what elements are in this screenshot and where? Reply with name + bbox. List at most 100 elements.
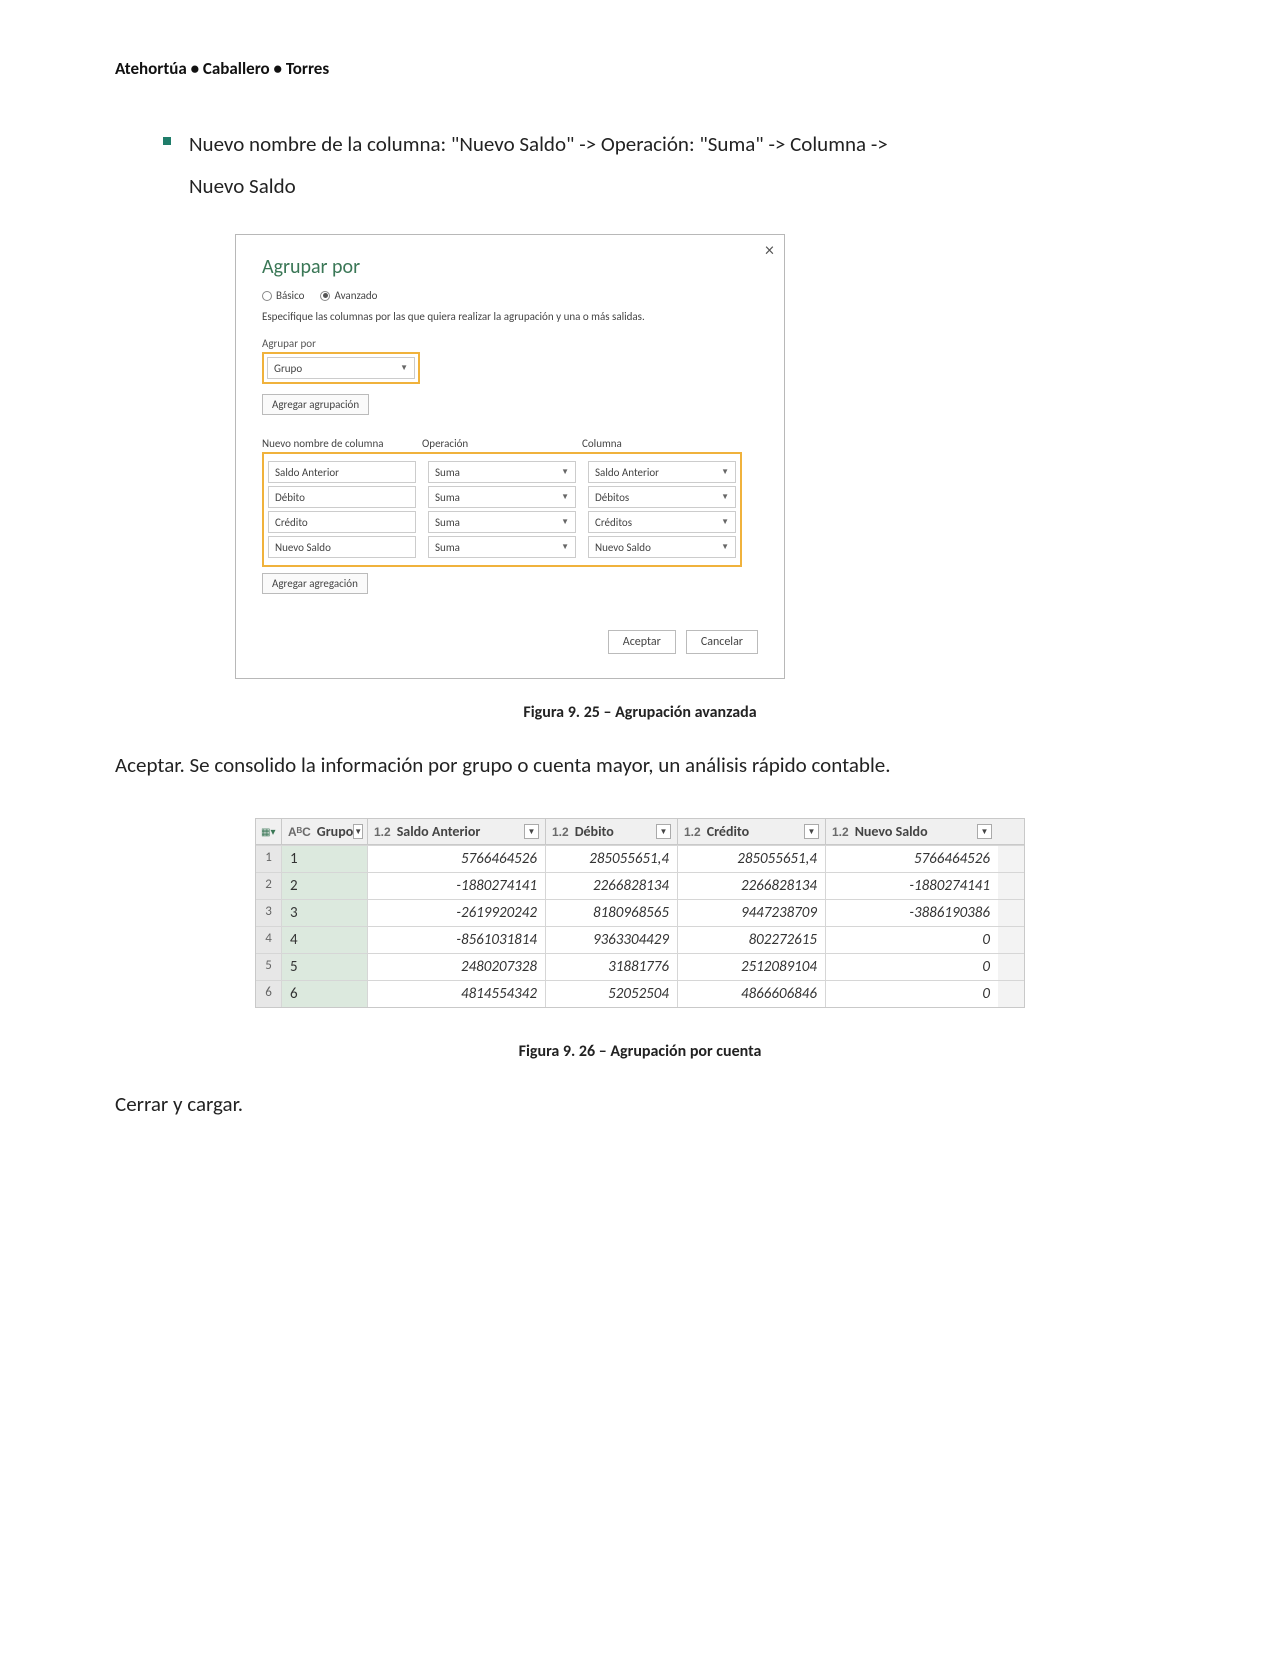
filter-dropdown-icon[interactable]: ▼ [804,824,819,839]
column-label: Nuevo Saldo [855,823,928,840]
cell-nuevo: 5766464526 [826,846,998,872]
type-number-icon: 1.2 [832,825,849,839]
column-label: Crédito [707,823,749,840]
figure-caption-1: Figura 9. 25 – Agrupación avanzada [115,703,1165,722]
group-by-select[interactable]: Grupo ▼ [267,357,415,379]
row-number: 1 [256,846,282,872]
cell-debito: 2266828134 [546,873,678,899]
bullet-continuation: Nuevo Saldo [189,169,1165,205]
row-number: 5 [256,954,282,980]
result-table: ▦▾ AᴮCGrupo ▼ 1.2Saldo Anterior ▼ 1.2Déb… [255,818,1025,1008]
operation-select[interactable]: Suma▼ [428,486,576,508]
chevron-down-icon: ▼ [721,517,729,527]
aggregation-row: Saldo Anterior Suma▼ Saldo Anterior▼ [268,461,736,483]
row-number: 4 [256,927,282,953]
cell-nuevo: -1880274141 [826,873,998,899]
cancel-button[interactable]: Cancelar [686,630,758,654]
table-row[interactable]: 33-261992024281809685659447238709-388619… [256,899,1024,926]
accept-button[interactable]: Aceptar [608,630,676,654]
add-aggregation-button[interactable]: Agregar agregación [262,573,368,594]
operation-select[interactable]: Suma▼ [428,461,576,483]
column-label: Débito [575,823,614,840]
header-newname: Nuevo nombre de columna [262,437,410,450]
cell-grupo: 3 [282,900,368,926]
aggregation-rows-highlight: Saldo Anterior Suma▼ Saldo Anterior▼ Déb… [262,452,742,567]
column-value: Créditos [595,516,632,529]
radio-basic-label: Básico [276,289,304,302]
dialog-description: Especifique las columnas por las que qui… [262,310,758,323]
cell-grupo: 5 [282,954,368,980]
cell-saldo: -2619920242 [368,900,546,926]
column-select[interactable]: Nuevo Saldo▼ [588,536,736,558]
dialog-title: Agrupar por [262,255,758,279]
bullet-icon [163,137,171,145]
filter-dropdown-icon[interactable]: ▼ [524,824,539,839]
column-header-saldo[interactable]: 1.2 Saldo Anterior ▼ [368,819,546,844]
cell-grupo: 6 [282,981,368,1007]
column-value: Nuevo Saldo [595,541,651,554]
newname-input[interactable]: Nuevo Saldo [268,536,416,558]
cell-nuevo: 0 [826,954,998,980]
column-header-credito[interactable]: 1.2Crédito ▼ [678,819,826,844]
column-value: Débitos [595,491,629,504]
column-select[interactable]: Débitos▼ [588,486,736,508]
column-select[interactable]: Créditos ▼ [588,511,736,533]
type-text-icon: AᴮC [288,825,311,839]
filter-dropdown-icon[interactable]: ▼ [656,824,671,839]
radio-selected-icon [320,291,330,301]
cell-grupo: 2 [282,873,368,899]
chevron-down-icon: ▼ [721,467,729,477]
close-icon[interactable]: × [765,241,774,259]
newname-input[interactable]: Saldo Anterior [268,461,416,483]
chevron-down-icon: ▼ [561,517,569,527]
newname-input[interactable]: Crédito [268,511,416,533]
column-header-grupo[interactable]: AᴮC Grupo ▼ [282,819,368,844]
table-row[interactable]: 115766464526285055651,4285055651,4576646… [256,845,1024,872]
column-label: Saldo Anterior [397,823,481,840]
group-by-highlight: Grupo ▼ [262,352,420,384]
cell-nuevo: 0 [826,981,998,1007]
cell-credito: 4866606846 [678,981,826,1007]
paragraph-1: Aceptar. Se consolido la información por… [115,752,1165,778]
cell-debito: 285055651,4 [546,846,678,872]
table-header-row: ▦▾ AᴮCGrupo ▼ 1.2Saldo Anterior ▼ 1.2Déb… [256,819,1024,845]
add-grouping-button[interactable]: Agregar agrupación [262,394,369,415]
radio-advanced[interactable]: Avanzado [320,289,377,302]
table-row[interactable]: 6648145543425205250448666068460 [256,980,1024,1007]
filter-dropdown-icon[interactable]: ▼ [977,824,992,839]
cell-saldo: 2480207328 [368,954,546,980]
radio-basic[interactable]: Básico [262,289,304,302]
cell-grupo: 1 [282,846,368,872]
operation-value: Suma [435,516,460,529]
cell-credito: 2512089104 [678,954,826,980]
cell-saldo: 5766464526 [368,846,546,872]
cell-credito: 9447238709 [678,900,826,926]
column-label: Grupo [317,823,353,840]
column-header-debito[interactable]: 1.2Débito ▼ [546,819,678,844]
filter-dropdown-icon[interactable]: ▼ [353,824,363,839]
table-row[interactable]: 22-188027414122668281342266828134-188027… [256,872,1024,899]
operation-select[interactable]: Suma▼ [428,536,576,558]
chevron-down-icon: ▼ [561,542,569,552]
cell-grupo: 4 [282,927,368,953]
groupby-dialog: × Agrupar por Básico Avanzado Especifiqu… [235,234,785,679]
table-row[interactable]: 5524802073283188177625120891040 [256,953,1024,980]
operation-select[interactable]: Suma ▼ [428,511,576,533]
type-number-icon: 1.2 [374,825,391,839]
cell-credito: 802272615 [678,927,826,953]
cell-saldo: -8561031814 [368,927,546,953]
table-row[interactable]: 44-856103181493633044298022726150 [256,926,1024,953]
cell-credito: 2266828134 [678,873,826,899]
newname-input[interactable]: Débito [268,486,416,508]
row-number: 3 [256,900,282,926]
cell-saldo: -1880274141 [368,873,546,899]
column-header-nuevo[interactable]: 1.2 Nuevo Saldo ▼ [826,819,998,844]
cell-debito: 8180968565 [546,900,678,926]
table-corner-icon[interactable]: ▦▾ [256,819,282,844]
cell-debito: 52052504 [546,981,678,1007]
bullet-text: Nuevo nombre de la columna: "Nuevo Saldo… [189,127,888,163]
group-by-label: Agrupar por [262,337,758,350]
cell-debito: 31881776 [546,954,678,980]
column-select[interactable]: Saldo Anterior▼ [588,461,736,483]
cell-nuevo: 0 [826,927,998,953]
